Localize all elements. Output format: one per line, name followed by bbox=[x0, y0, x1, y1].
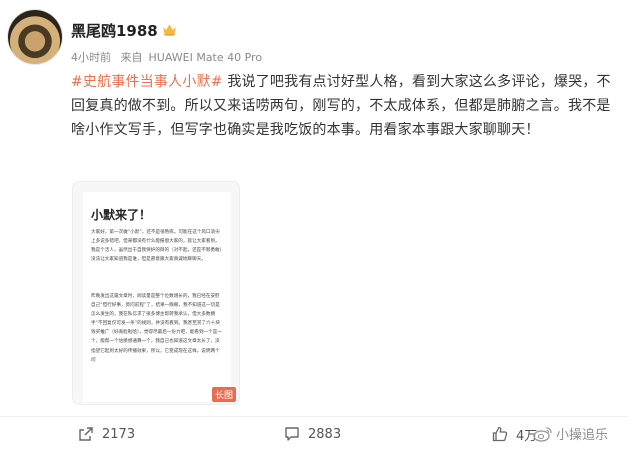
watermark: 小操追乐 bbox=[533, 424, 608, 443]
watermark-text: 小操追乐 bbox=[556, 428, 609, 443]
divider bbox=[0, 416, 628, 417]
long-image-page: 小默来了！ 大家好，第一次做“小默”，还不是很熟练。可能在这个风口浪尖上多说多错… bbox=[83, 192, 231, 402]
long-image-paragraph: 大家好，第一次做“小默”，还不是很熟练。可能在这个风口浪尖上多说多错吧，但来都没… bbox=[91, 230, 222, 263]
long-image-title: 小默来了！ bbox=[91, 208, 152, 222]
vip-crown-icon bbox=[163, 24, 176, 36]
post-meta: 4小时前 来自 HUAWEI Mate 40 Pro bbox=[71, 49, 268, 65]
post-time[interactable]: 4小时前 bbox=[71, 51, 111, 64]
thumbs-up-icon bbox=[492, 426, 508, 442]
long-image-badge: 长图 bbox=[211, 387, 236, 402]
long-image-paragraph: 昨晚发出这篇文章时，阅读量是整个位数增长的，我已经在安慰自己“但行好事，莫问前程… bbox=[91, 294, 222, 363]
repost-count: 2173 bbox=[102, 426, 136, 442]
weibo-logo-icon bbox=[533, 426, 552, 442]
username[interactable]: 黑尾鸥1988 bbox=[71, 20, 158, 41]
long-image-card[interactable]: 小默来了！ 大家好，第一次做“小默”，还不是很熟练。可能在这个风口浪尖上多说多错… bbox=[73, 182, 239, 404]
source-prefix: 来自 bbox=[120, 51, 143, 64]
device-source[interactable]: HUAWEI Mate 40 Pro bbox=[149, 51, 263, 64]
comment-count: 2883 bbox=[308, 426, 342, 442]
repost-button[interactable]: 2173 bbox=[78, 420, 135, 448]
avatar[interactable] bbox=[8, 10, 62, 64]
hashtag-link[interactable]: #史航事件当事人小默# bbox=[71, 74, 223, 90]
comment-icon bbox=[285, 427, 299, 441]
comment-button[interactable]: 2883 bbox=[284, 420, 341, 448]
like-button[interactable]: 4万 bbox=[492, 420, 537, 448]
repost-icon bbox=[79, 427, 93, 441]
post-text: #史航事件当事人小默# 我说了吧我有点讨好型人格，看到大家这么多评论，爆哭，不回… bbox=[71, 70, 619, 142]
